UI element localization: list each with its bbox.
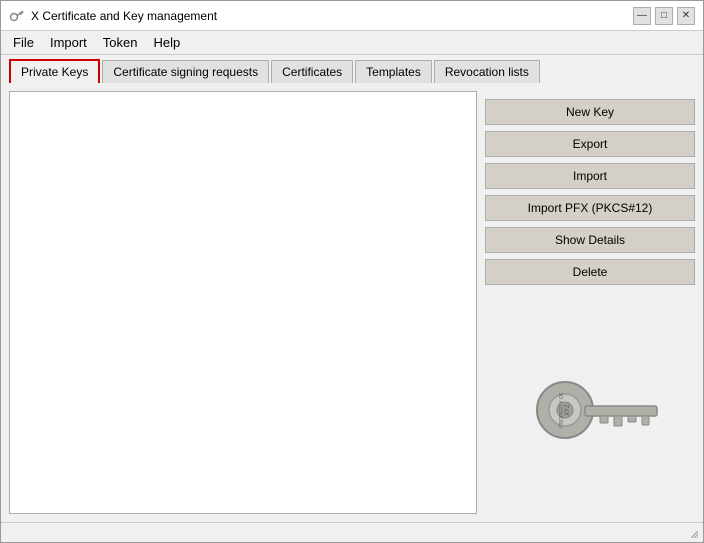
menu-import[interactable]: Import [42,33,95,52]
tab-revocation-lists[interactable]: Revocation lists [434,60,540,83]
tab-private-keys[interactable]: Private Keys [9,59,100,83]
title-bar-left: X Certificate and Key management [9,8,217,24]
action-buttons: New Key Export Import Import PFX (PKCS#1… [485,91,695,293]
key-image-area: PROPERTY OF XYZ [485,301,695,514]
import-pfx-button[interactable]: Import PFX (PKCS#12) [485,195,695,221]
main-window: X Certificate and Key management — □ ✕ F… [0,0,704,543]
main-content: New Key Export Import Import PFX (PKCS#1… [1,83,703,522]
menu-token[interactable]: Token [95,33,146,52]
delete-button[interactable]: Delete [485,259,695,285]
tabs-bar: Private Keys Certificate signing request… [1,55,703,83]
window-title: X Certificate and Key management [31,9,217,23]
tab-templates[interactable]: Templates [355,60,432,83]
key-icon-large: PROPERTY OF XYZ [510,358,670,458]
show-details-button[interactable]: Show Details [485,227,695,253]
statusbar [1,522,703,542]
menu-help[interactable]: Help [146,33,189,52]
menu-file[interactable]: File [5,33,42,52]
list-panel[interactable] [9,91,477,514]
minimize-button[interactable]: — [633,7,651,25]
title-bar: X Certificate and Key management — □ ✕ [1,1,703,31]
maximize-button[interactable]: □ [655,7,673,25]
app-icon [9,8,25,24]
tab-certificates[interactable]: Certificates [271,60,353,83]
menubar: File Import Token Help [1,31,703,55]
tab-csr[interactable]: Certificate signing requests [102,60,269,83]
import-button[interactable]: Import [485,163,695,189]
right-panel: New Key Export Import Import PFX (PKCS#1… [485,91,695,514]
export-button[interactable]: Export [485,131,695,157]
close-button[interactable]: ✕ [677,7,695,25]
new-key-button[interactable]: New Key [485,99,695,125]
resize-grip[interactable] [687,527,699,539]
svg-text:XYZ: XYZ [565,403,571,415]
title-bar-controls: — □ ✕ [633,7,695,25]
